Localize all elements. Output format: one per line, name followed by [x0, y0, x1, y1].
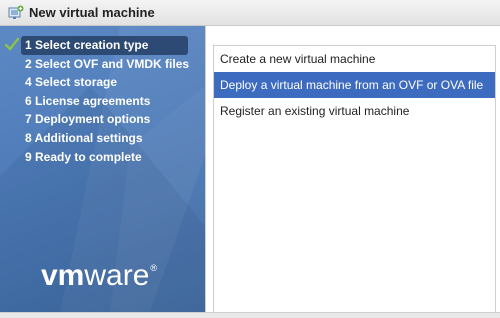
step-select-creation-type[interactable]: 1 Select creation type [5, 36, 188, 55]
wizard-steps-sidebar: 1 Select creation type 2 Select OVF and … [0, 26, 205, 312]
option-deploy-from-ovf-ova[interactable]: Deploy a virtual machine from an OVF or … [214, 72, 495, 98]
step-select-storage[interactable]: 4 Select storage [0, 73, 205, 92]
step-label: 6 License agreements [25, 93, 151, 108]
step-label: 2 Select OVF and VMDK files [25, 56, 190, 71]
title-bar: New virtual machine [0, 0, 500, 26]
step-label: 7 Deployment options [25, 112, 151, 127]
option-register-existing-vm[interactable]: Register an existing virtual machine [214, 98, 495, 124]
step-license-agreements[interactable]: 6 License agreements [0, 92, 205, 111]
creation-type-panel: Create a new virtual machine Deploy a vi… [205, 26, 500, 316]
vmware-logo: vmware® [41, 259, 158, 292]
step-label: 8 Additional settings [25, 130, 143, 145]
wizard-step-list: 1 Select creation type 2 Select OVF and … [0, 36, 205, 166]
step-select-ovf-vmdk-files[interactable]: 2 Select OVF and VMDK files [0, 55, 205, 74]
new-vm-icon [8, 5, 24, 19]
dialog-footer [0, 312, 500, 318]
step-ready-to-complete[interactable]: 9 Ready to complete [0, 148, 205, 167]
option-create-new-vm[interactable]: Create a new virtual machine [214, 46, 495, 72]
step-label: 4 Select storage [25, 75, 118, 90]
check-icon [5, 38, 19, 51]
step-deployment-options[interactable]: 7 Deployment options [0, 110, 205, 129]
step-label: 9 Ready to complete [25, 149, 142, 164]
step-additional-settings[interactable]: 8 Additional settings [0, 129, 205, 148]
creation-type-list: Create a new virtual machine Deploy a vi… [213, 45, 496, 316]
step-label: 1 Select creation type [25, 38, 149, 52]
window-title: New virtual machine [29, 5, 155, 20]
